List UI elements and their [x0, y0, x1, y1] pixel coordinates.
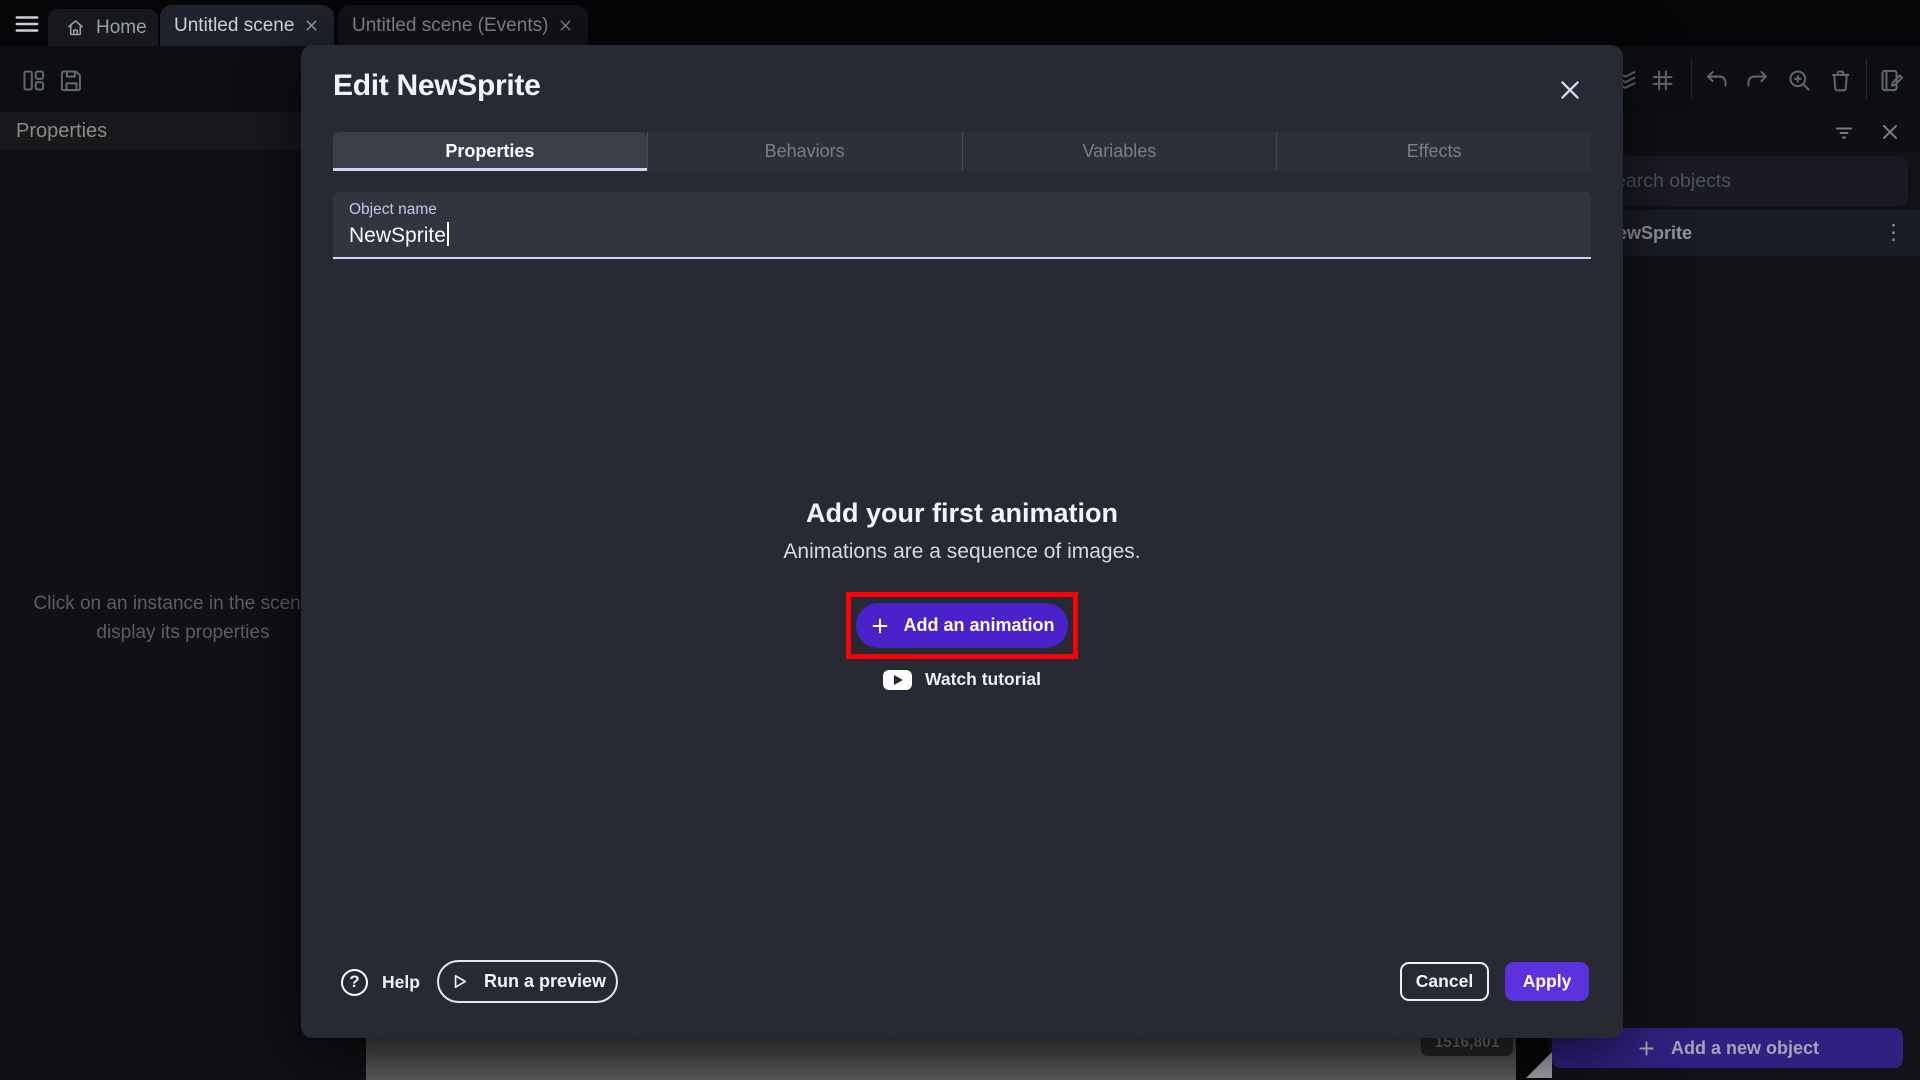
- watch-tutorial-label: Watch tutorial: [925, 669, 1041, 690]
- watch-tutorial-link[interactable]: Watch tutorial: [301, 669, 1623, 690]
- save-icon[interactable]: [58, 67, 85, 94]
- undo-icon[interactable]: [1703, 67, 1730, 94]
- tab-behaviors[interactable]: Behaviors: [647, 132, 962, 171]
- help-button[interactable]: ? Help: [341, 961, 420, 1003]
- filter-icon[interactable]: [1832, 120, 1856, 144]
- home-icon: [65, 17, 86, 38]
- run-preview-label: Run a preview: [484, 971, 606, 992]
- empty-state-subheading: Animations are a sequence of images.: [301, 540, 1623, 564]
- tab-untitled-scene-events[interactable]: Untitled scene (Events): [338, 5, 588, 46]
- open-project-manager-icon[interactable]: [20, 67, 47, 94]
- main-menu-icon[interactable]: [14, 11, 40, 37]
- close-tab-icon[interactable]: [557, 17, 574, 34]
- tab-home[interactable]: Home: [48, 9, 158, 46]
- close-dialog-icon[interactable]: [1557, 77, 1583, 103]
- text-caret: [447, 222, 449, 246]
- scene-canvas[interactable]: [366, 1038, 1516, 1080]
- tab-events-label: Untitled scene (Events): [352, 15, 548, 37]
- tab-scene-label: Untitled scene: [174, 15, 294, 37]
- dialog-title: Edit NewSprite: [333, 69, 541, 103]
- tab-untitled-scene[interactable]: Untitled scene: [160, 5, 334, 46]
- close-tab-icon[interactable]: [303, 17, 320, 34]
- dialog-tabs: Properties Behaviors Variables Effects: [333, 132, 1591, 171]
- add-new-object-label: Add a new object: [1671, 1038, 1819, 1059]
- grid-icon[interactable]: [1649, 67, 1676, 94]
- gdevelop-app: Home Untitled scene Untitled scene (Even…: [0, 0, 1920, 1080]
- trash-icon[interactable]: [1827, 67, 1854, 94]
- object-name-input-value: NewSprite: [349, 222, 449, 248]
- object-name-input[interactable]: Object name NewSprite: [333, 192, 1591, 259]
- play-icon: [449, 971, 470, 992]
- tab-effects[interactable]: Effects: [1276, 132, 1591, 171]
- redo-icon[interactable]: [1744, 67, 1771, 94]
- tab-variables[interactable]: Variables: [962, 132, 1277, 171]
- edit-object-dialog: Edit NewSprite Properties Behaviors Vari…: [301, 45, 1623, 1038]
- close-panel-icon[interactable]: [1878, 120, 1902, 144]
- run-preview-button[interactable]: Run a preview: [437, 960, 618, 1003]
- toolbar-separator: [1866, 59, 1867, 99]
- object-menu-icon[interactable]: ⋮: [1883, 220, 1904, 246]
- zoom-in-icon[interactable]: [1786, 67, 1813, 94]
- add-animation-button[interactable]: Add an animation: [856, 603, 1068, 648]
- help-label: Help: [382, 972, 420, 993]
- tab-properties[interactable]: Properties: [333, 132, 647, 171]
- cancel-button[interactable]: Cancel: [1400, 962, 1489, 1001]
- toolbar-separator: [1691, 59, 1692, 99]
- tab-home-label: Home: [96, 17, 147, 39]
- top-tab-bar: Home Untitled scene Untitled scene (Even…: [0, 0, 1920, 46]
- object-name-input-label: Object name: [349, 201, 437, 219]
- empty-state-heading: Add your first animation: [301, 498, 1623, 529]
- youtube-icon: [883, 670, 912, 690]
- canvas-resize-corner[interactable]: [1526, 1052, 1552, 1078]
- apply-button[interactable]: Apply: [1505, 962, 1589, 1001]
- help-icon: ?: [341, 969, 368, 996]
- add-animation-label: Add an animation: [903, 615, 1054, 636]
- edit-scene-properties-icon[interactable]: [1878, 67, 1905, 94]
